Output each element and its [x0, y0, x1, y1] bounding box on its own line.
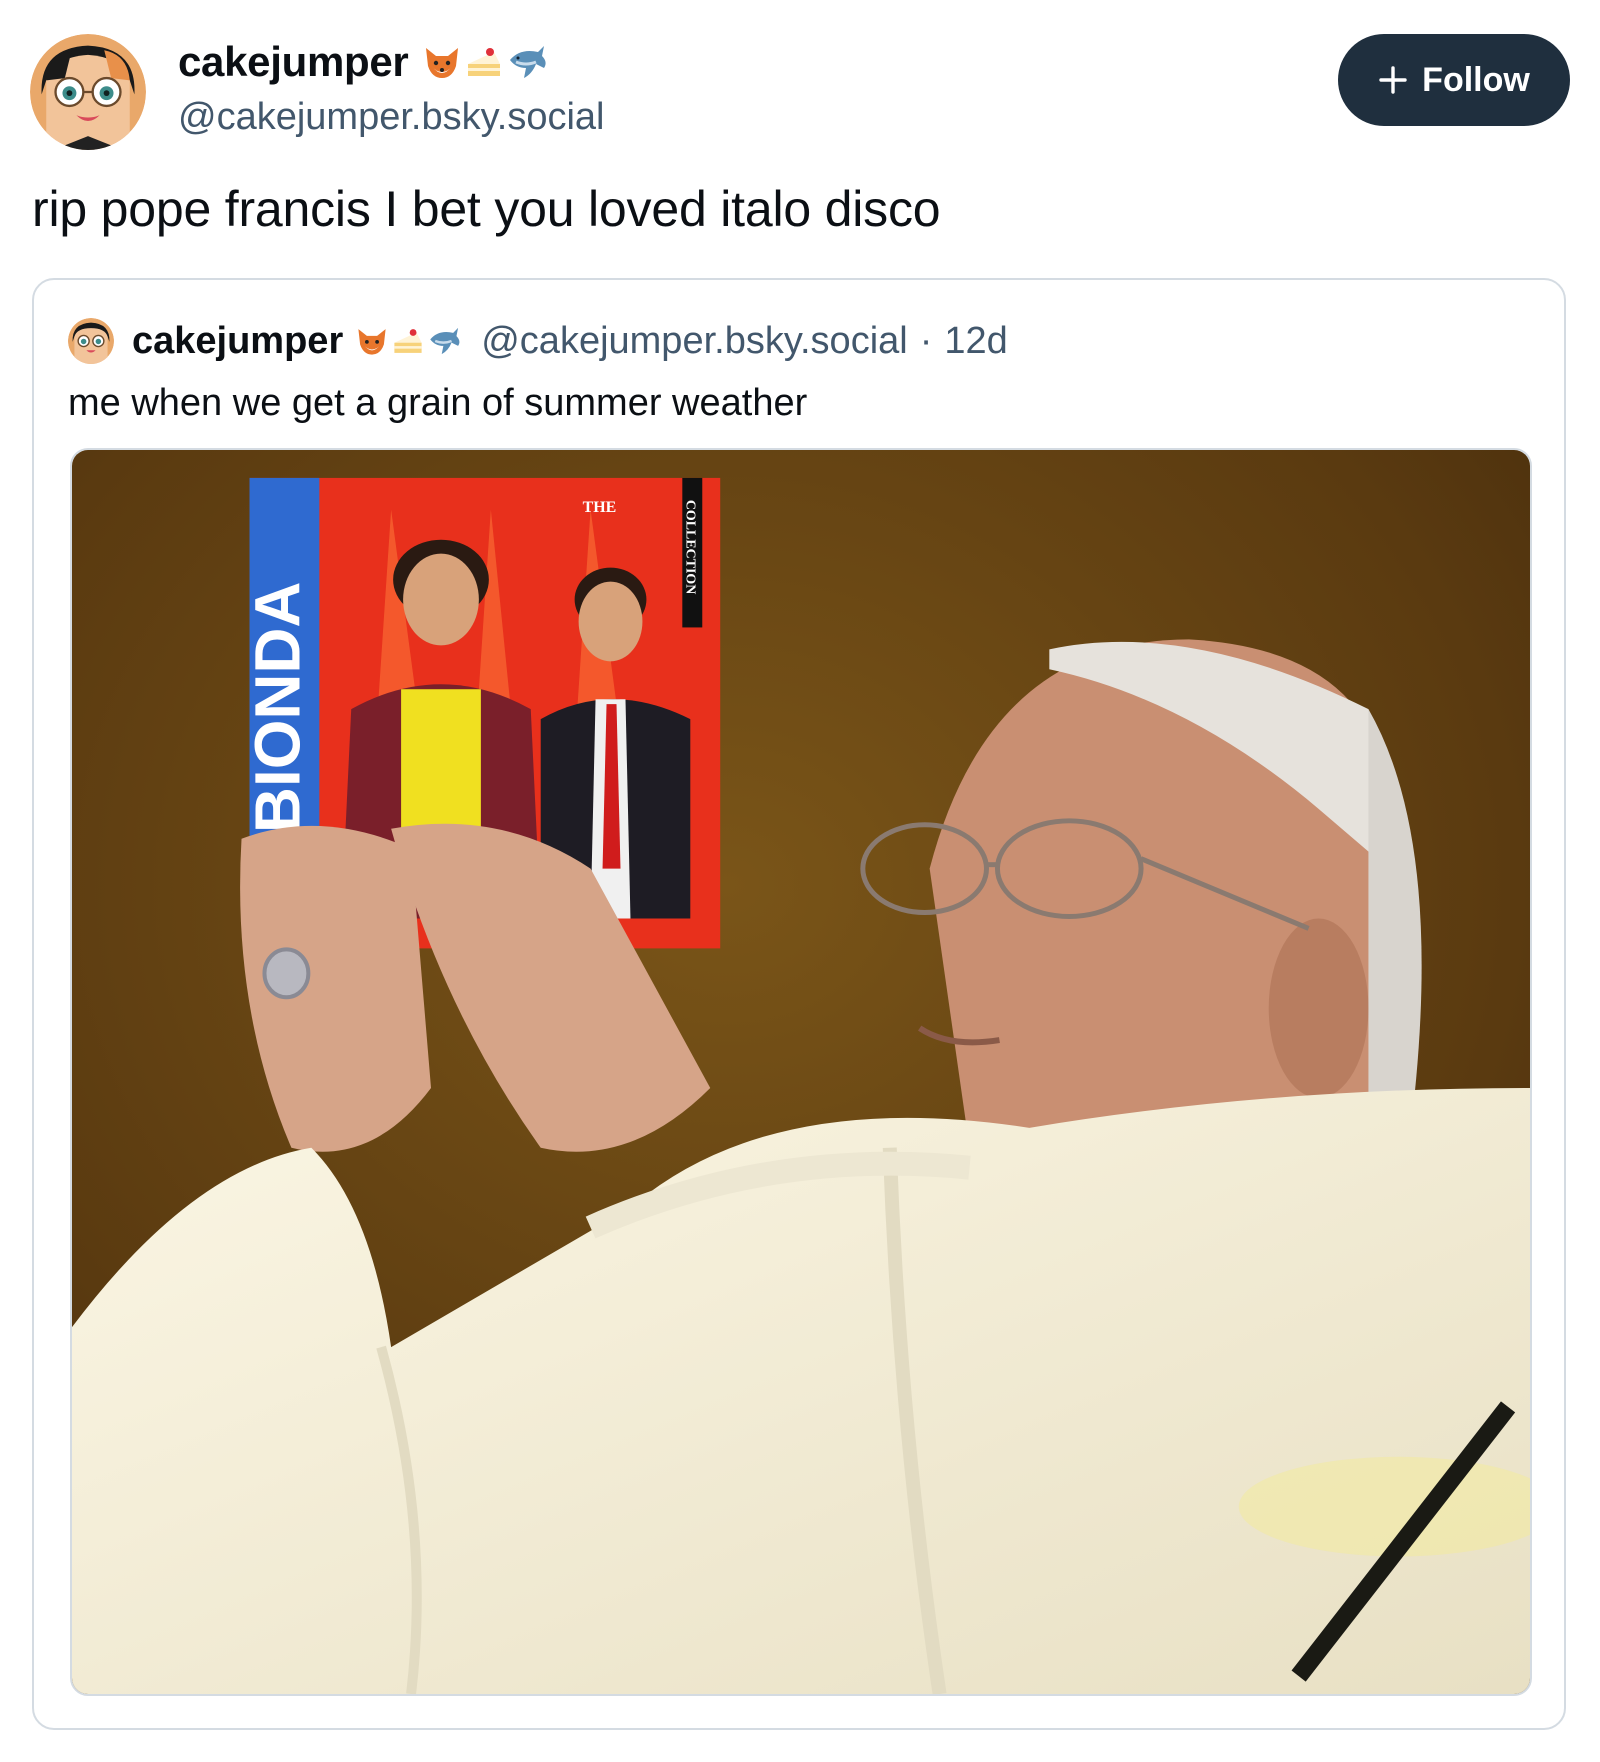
- quote-header: cakejumper @cakejumper.bsky.social · 12d: [68, 318, 1008, 364]
- quote-author-handle: @cakejumper.bsky.social: [481, 319, 908, 362]
- cake-emoji-icon: [464, 42, 504, 82]
- quote-author-display-name: cakejumper: [132, 319, 344, 362]
- follow-button[interactable]: Follow: [1338, 34, 1570, 126]
- quote-post-card[interactable]: cakejumper @cakejumper.bsky.social · 12d…: [32, 278, 1566, 1730]
- dolphin-emoji-icon: [427, 324, 463, 358]
- follow-button-label: Follow: [1422, 60, 1530, 99]
- album-the-text: THE: [583, 499, 617, 516]
- quote-author-avatar[interactable]: [68, 318, 114, 364]
- author-handle[interactable]: @cakejumper.bsky.social: [178, 96, 604, 139]
- author-emoji-set: [422, 42, 550, 82]
- cake-emoji-icon: [391, 324, 425, 358]
- quote-text: me when we get a grain of summer weather: [68, 382, 808, 424]
- fox-emoji-icon: [355, 324, 389, 358]
- author-name-row: cakejumper: [178, 38, 550, 86]
- quote-author-emoji-set: [355, 324, 463, 358]
- quote-separator: ·: [919, 319, 933, 362]
- post: cakejumper @cakejumper.bsky.social Follo…: [0, 0, 1600, 1762]
- quote-image[interactable]: LA BIONDA THE COLLECTION: [70, 448, 1532, 1696]
- post-text: rip pope francis I bet you loved italo d…: [32, 181, 941, 237]
- plus-icon: [1379, 66, 1407, 94]
- author-display-name[interactable]: cakejumper: [178, 38, 409, 86]
- fox-emoji-icon: [422, 42, 462, 82]
- quote-timestamp[interactable]: 12d: [944, 320, 1007, 363]
- dolphin-emoji-icon: [506, 42, 550, 82]
- album-collection-text: COLLECTION: [682, 500, 697, 594]
- author-avatar[interactable]: [30, 34, 146, 150]
